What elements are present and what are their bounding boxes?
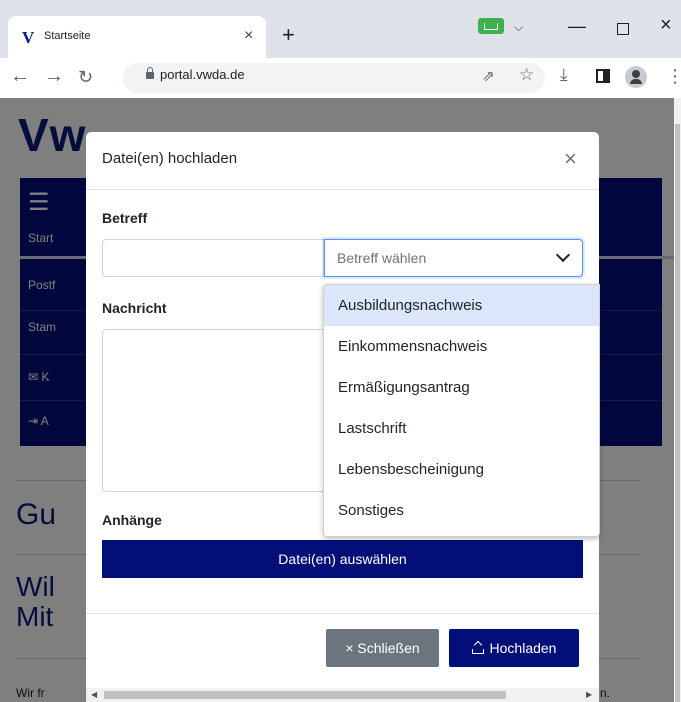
tab-search-chevron-icon[interactable]: ⌵ bbox=[514, 20, 523, 35]
extension-icon[interactable] bbox=[478, 18, 504, 34]
attachments-label: Anhänge bbox=[102, 512, 162, 528]
upload-button-label: Hochladen bbox=[489, 640, 557, 656]
lock-icon[interactable] bbox=[146, 67, 154, 79]
option-lebensbescheinigung[interactable]: Lebensbescheinigung bbox=[324, 449, 599, 490]
subject-input[interactable] bbox=[102, 239, 324, 277]
modal-scrollbar-thumb[interactable] bbox=[104, 691, 506, 699]
browser-toolbar: ← → ↻ portal.vwda.de ⇗ ☆ ⤓ ⋮ bbox=[0, 58, 681, 98]
back-icon[interactable]: ← bbox=[10, 66, 30, 86]
download-icon[interactable]: ⤓ bbox=[560, 65, 568, 85]
star-icon[interactable]: ☆ bbox=[519, 65, 534, 85]
chevron-down-icon bbox=[555, 247, 571, 263]
option-ermaessigungsantrag[interactable]: Ermäßigungsantrag bbox=[324, 367, 599, 408]
subject-select-placeholder: Betreff wählen bbox=[337, 250, 427, 266]
side-panel-icon[interactable] bbox=[596, 69, 610, 83]
subject-label: Betreff bbox=[102, 210, 148, 226]
option-ausbildungsnachweis[interactable]: Ausbildungsnachweis bbox=[324, 285, 599, 326]
modal-footer-divider bbox=[86, 613, 599, 614]
upload-button[interactable]: Hochladen bbox=[449, 629, 579, 667]
close-button[interactable]: × Schließen bbox=[326, 629, 439, 667]
page-scrollbar-thumb[interactable] bbox=[675, 124, 680, 702]
upload-icon bbox=[471, 642, 484, 654]
subject-select[interactable]: Betreff wählen bbox=[324, 239, 583, 277]
tab-title: Startseite bbox=[44, 30, 91, 42]
new-tab-icon[interactable]: + bbox=[282, 24, 295, 46]
forward-icon[interactable]: → bbox=[44, 66, 64, 86]
tab-close-icon[interactable]: × bbox=[244, 27, 253, 45]
browser-tab-strip: V Startseite × + ⌵ — × bbox=[0, 0, 681, 58]
close-icon[interactable]: × bbox=[564, 148, 577, 170]
browser-tab[interactable]: V Startseite × bbox=[8, 16, 266, 58]
subject-dropdown-list: Ausbildungsnachweis Einkommensnachweis E… bbox=[323, 284, 600, 537]
share-icon[interactable]: ⇗ bbox=[482, 67, 495, 85]
modal-title: Datei(en) hochladen bbox=[102, 150, 238, 167]
window-close-icon[interactable]: × bbox=[660, 14, 672, 37]
modal-horizontal-scrollbar[interactable]: ◀ ▶ bbox=[86, 688, 599, 702]
menu-icon[interactable]: ⋮ bbox=[666, 66, 681, 87]
minimize-icon[interactable]: — bbox=[568, 16, 586, 37]
option-lastschrift[interactable]: Lastschrift bbox=[324, 408, 599, 449]
modal-header-divider bbox=[86, 189, 599, 190]
choose-files-button[interactable]: Datei(en) auswählen bbox=[102, 540, 583, 578]
url-text[interactable]: portal.vwda.de bbox=[160, 67, 245, 82]
scroll-left-icon[interactable]: ◀ bbox=[91, 690, 97, 699]
reload-icon[interactable]: ↻ bbox=[78, 67, 93, 87]
site-favicon-icon: V bbox=[22, 28, 35, 47]
message-label: Nachricht bbox=[102, 300, 167, 316]
profile-icon[interactable] bbox=[625, 66, 647, 88]
scroll-right-icon[interactable]: ▶ bbox=[586, 690, 592, 699]
option-einkommensnachweis[interactable]: Einkommensnachweis bbox=[324, 326, 599, 367]
option-sonstiges[interactable]: Sonstiges bbox=[324, 490, 599, 531]
maximize-icon[interactable] bbox=[617, 23, 629, 35]
